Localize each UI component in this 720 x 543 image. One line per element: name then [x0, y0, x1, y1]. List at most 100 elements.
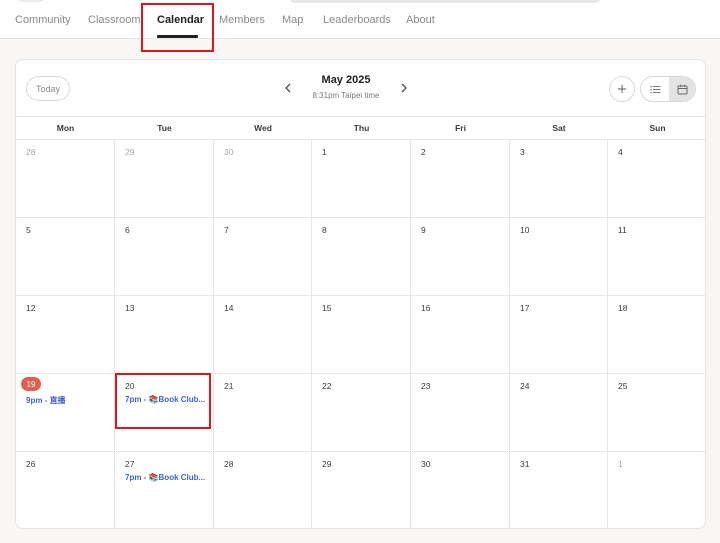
day-number: 28: [26, 147, 36, 157]
day-number: 31: [520, 459, 530, 469]
day-number: 12: [26, 303, 36, 313]
day-cell[interactable]: 4: [608, 140, 705, 218]
day-cell[interactable]: 22: [312, 374, 411, 452]
today-button[interactable]: Today: [26, 76, 70, 101]
day-number: 14: [224, 303, 234, 313]
tab-community[interactable]: Community: [15, 14, 71, 26]
day-number: 21: [224, 381, 234, 391]
calendar-grid: Mon Tue Wed Thu Fri Sat Sun 28 29 30 1 2 3 4 5 6…: [16, 116, 705, 528]
month-title: May 2025: [321, 74, 371, 86]
day-cell[interactable]: 10: [510, 218, 608, 296]
day-cell[interactable]: 29: [312, 452, 411, 528]
day-number: 27: [125, 459, 135, 469]
day-cell[interactable]: 7: [214, 218, 312, 296]
day-cell[interactable]: 13: [115, 296, 214, 374]
day-cell[interactable]: 20 7pm - 📚Book Club...: [115, 374, 214, 452]
day-number: 7: [224, 225, 229, 235]
day-cell[interactable]: 25: [608, 374, 705, 452]
list-icon: [649, 85, 660, 93]
day-number: 1: [618, 459, 623, 469]
day-cell[interactable]: 3: [510, 140, 608, 218]
day-number: 18: [618, 303, 628, 313]
day-cell[interactable]: 23: [411, 374, 510, 452]
day-cell[interactable]: 29: [115, 140, 214, 218]
day-cell[interactable]: 30: [411, 452, 510, 528]
next-month-button[interactable]: [396, 80, 412, 96]
day-cell[interactable]: 26: [16, 452, 115, 528]
day-cell[interactable]: 1: [608, 452, 705, 528]
day-cell[interactable]: 31: [510, 452, 608, 528]
day-cell[interactable]: 28: [16, 140, 115, 218]
tab-about[interactable]: About: [406, 14, 435, 26]
today-date-badge: 19: [21, 377, 41, 391]
day-cell[interactable]: 18: [608, 296, 705, 374]
tab-classroom[interactable]: Classroom: [88, 14, 141, 26]
day-number: 20: [125, 381, 135, 391]
weekday-header: Thu: [353, 123, 370, 133]
calendar-event[interactable]: 7pm - 📚Book Club...: [125, 395, 207, 404]
event-separator: -: [42, 396, 50, 405]
books-icon: 📚: [148, 395, 159, 404]
day-number: 16: [421, 303, 431, 313]
event-separator: -: [141, 395, 149, 404]
calendar-view-button[interactable]: [669, 77, 695, 101]
day-cell[interactable]: 16: [411, 296, 510, 374]
top-navigation-bar: Community Classroom Calendar Members Map…: [0, 0, 720, 39]
calendar-icon: [677, 84, 688, 94]
weekday-header: Sun: [649, 123, 666, 133]
weekday-header: Mon: [56, 123, 75, 133]
day-cell[interactable]: 6: [115, 218, 214, 296]
books-icon: 📚: [148, 473, 159, 482]
day-number: 24: [520, 381, 530, 391]
day-cell[interactable]: 2: [411, 140, 510, 218]
list-view-button[interactable]: [641, 77, 669, 101]
weekday-header: Sat: [552, 123, 566, 133]
day-cell[interactable]: 11: [608, 218, 705, 296]
day-number: 30: [224, 147, 234, 157]
event-time: 7pm: [125, 473, 142, 482]
previous-month-button[interactable]: [280, 80, 296, 96]
day-number: 26: [26, 459, 36, 469]
plus-icon: [618, 85, 626, 93]
day-number: 22: [322, 381, 332, 391]
timezone-text: 8:31pm Taipei time: [312, 91, 380, 100]
day-number: 29: [125, 147, 135, 157]
add-event-button[interactable]: [609, 76, 635, 102]
tab-members[interactable]: Members: [219, 14, 265, 26]
day-cell[interactable]: 19 9pm - 直播: [16, 374, 115, 452]
calendar-card: Today May 2025 8:31pm Taipei time Mon Tu…: [15, 59, 706, 529]
day-number: 11: [618, 225, 627, 235]
day-cell[interactable]: 9: [411, 218, 510, 296]
day-number: 23: [421, 381, 431, 391]
day-cell[interactable]: 21: [214, 374, 312, 452]
weekday-header-row: Mon Tue Wed Thu Fri Sat Sun: [16, 116, 705, 140]
calendar-event[interactable]: 9pm - 直播: [26, 395, 108, 406]
calendar-event[interactable]: 7pm - 📚Book Club...: [125, 473, 207, 482]
event-time: 9pm: [26, 396, 43, 405]
day-cell[interactable]: 5: [16, 218, 115, 296]
event-separator: -: [141, 473, 149, 482]
event-title: Book Club...: [158, 395, 206, 404]
tab-leaderboards[interactable]: Leaderboards: [323, 14, 391, 26]
weekday-header: Fri: [455, 123, 466, 133]
day-cell[interactable]: 8: [312, 218, 411, 296]
day-number: 9: [421, 225, 426, 235]
day-number: 3: [520, 147, 525, 157]
event-time: 7pm: [125, 395, 142, 404]
day-number: 1: [322, 147, 327, 157]
day-cell[interactable]: 17: [510, 296, 608, 374]
day-cell[interactable]: 12: [16, 296, 115, 374]
tab-calendar[interactable]: Calendar: [157, 14, 204, 26]
day-cell[interactable]: 1: [312, 140, 411, 218]
logo[interactable]: [18, 0, 44, 2]
tab-map[interactable]: Map: [282, 14, 303, 26]
day-cell[interactable]: 15: [312, 296, 411, 374]
day-cell[interactable]: 24: [510, 374, 608, 452]
weekday-header: Tue: [157, 123, 172, 133]
day-cell[interactable]: 14: [214, 296, 312, 374]
event-title: Book Club...: [158, 473, 206, 482]
day-cell[interactable]: 30: [214, 140, 312, 218]
search-bar[interactable]: [290, 0, 600, 3]
day-cell[interactable]: 28: [214, 452, 312, 528]
day-cell[interactable]: 27 7pm - 📚Book Club...: [115, 452, 214, 528]
